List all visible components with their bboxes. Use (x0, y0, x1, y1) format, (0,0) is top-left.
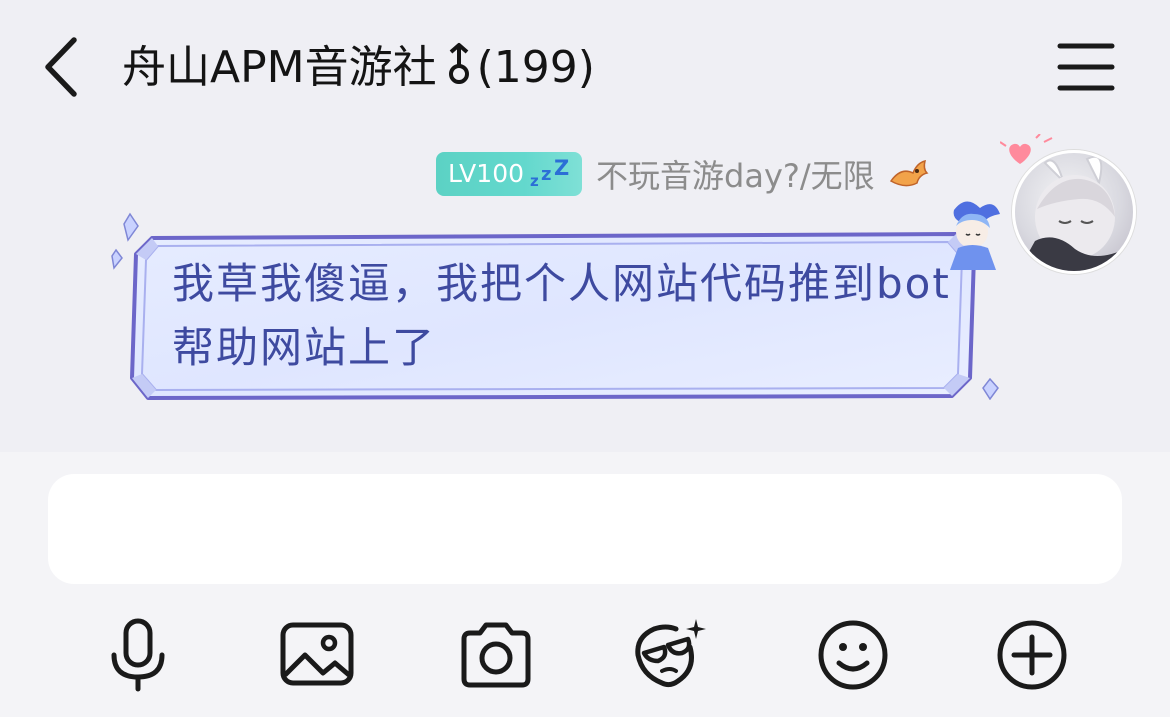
mute-icon (448, 43, 469, 84)
chat-header: 舟山APM音游社 (199) (0, 0, 1170, 130)
sender-info: LV100 z z Z 不玩音游day?/无限 (436, 152, 931, 196)
menu-button[interactable] (1056, 40, 1118, 94)
avatar-image (1018, 155, 1133, 271)
emoji-button[interactable] (815, 617, 891, 693)
chevron-left-icon (45, 37, 77, 97)
level-label: LV100 (448, 159, 525, 188)
voice-button[interactable] (100, 617, 176, 693)
back-button[interactable] (40, 34, 88, 100)
input-panel (0, 452, 1170, 717)
emoji-icon (818, 620, 888, 690)
sticker-button[interactable] (634, 617, 710, 693)
dragon-badge-icon (889, 159, 929, 187)
message-input[interactable] (48, 474, 1122, 584)
sleep-icon: z z Z (530, 156, 570, 190)
camera-icon (461, 622, 531, 688)
group-name: 舟山APM音游社 (122, 42, 437, 93)
crystal-small-icon (982, 378, 999, 400)
camera-button[interactable] (458, 617, 534, 693)
sender-avatar[interactable] (1012, 150, 1136, 274)
sticker-icon (635, 619, 706, 688)
microphone-icon (111, 618, 165, 692)
hamburger-menu-icon (1057, 43, 1115, 91)
image-button[interactable] (279, 617, 355, 693)
level-badge[interactable]: LV100 z z Z (436, 152, 583, 196)
plus-icon (997, 620, 1067, 690)
mascot-decoration-icon (950, 201, 1000, 270)
image-icon (280, 622, 354, 686)
more-button[interactable] (994, 617, 1070, 693)
message-bubble[interactable]: 我草我傻逼，我把个人网站代码推到bot帮助网站上了 (128, 228, 980, 400)
chat-title[interactable]: 舟山APM音游社 (199) (122, 38, 595, 98)
message-text: 我草我傻逼，我把个人网站代码推到bot帮助网站上了 (172, 259, 951, 372)
sender-name[interactable]: 不玩音游day?/无限 (596, 151, 875, 197)
chat-screen: 舟山APM音游社 (199) LV100 z z Z 不玩音游day?/无限 我… (0, 0, 1170, 717)
member-count: (199) (476, 42, 595, 93)
